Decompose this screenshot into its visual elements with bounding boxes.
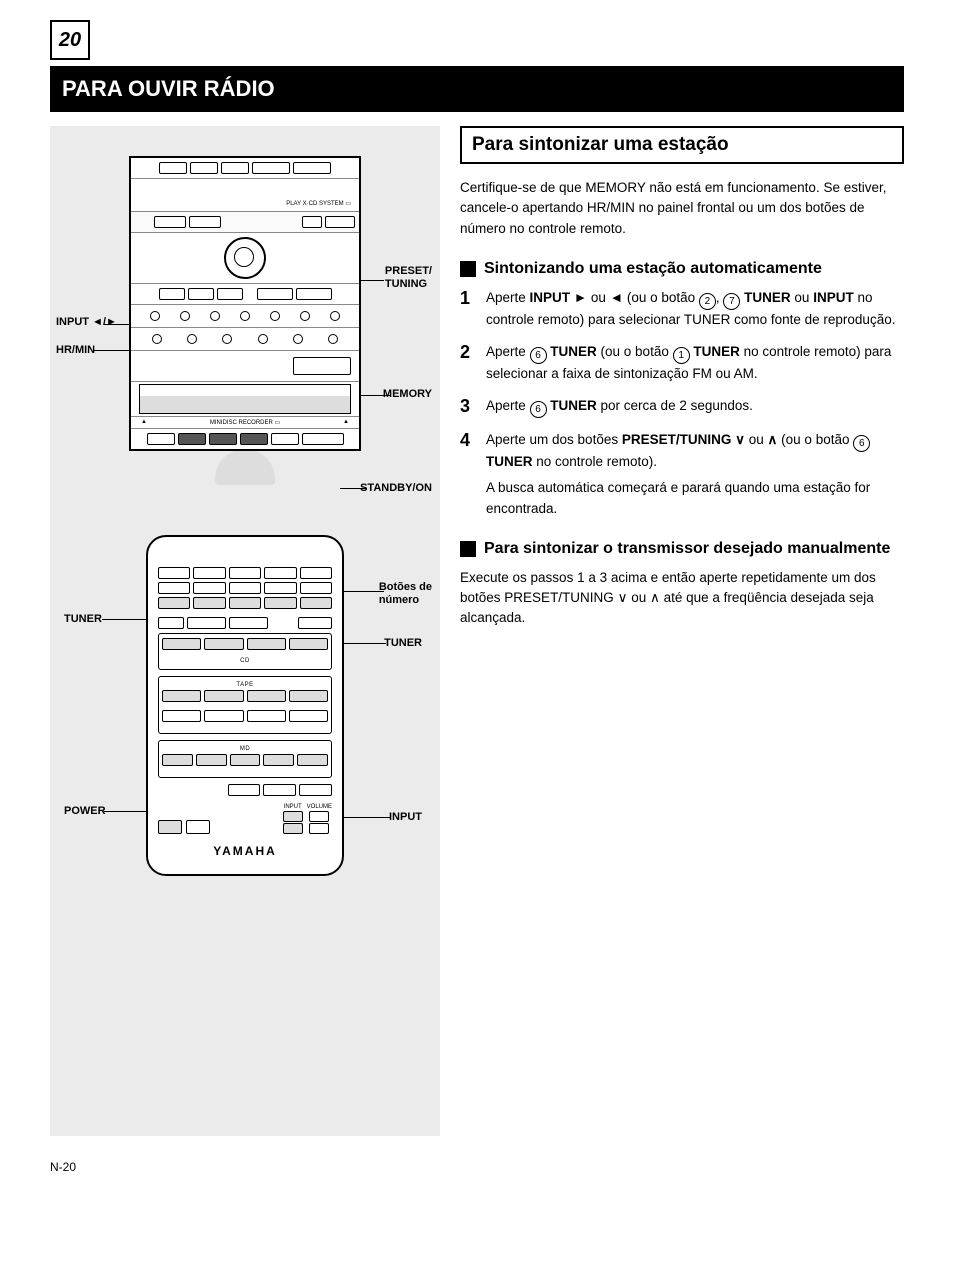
circle-6-icon: 6 bbox=[530, 347, 547, 364]
square-bullet-icon bbox=[460, 261, 476, 277]
circle-1-icon: 1 bbox=[673, 347, 690, 364]
callout-remote-numbers: Botões de número bbox=[379, 581, 432, 607]
section-heading: Para sintonizar uma estação bbox=[460, 126, 904, 164]
intro-paragraph: Certifique-se de que MEMORY não está em … bbox=[460, 178, 904, 239]
page-number-badge: 20 bbox=[50, 20, 90, 60]
callout-remote-tuner-top: TUNER bbox=[64, 613, 102, 626]
remote-illustration: CD TAPE MD bbox=[146, 535, 344, 876]
step-4: 4 Aperte um dos botões PRESET/TUNING ∨ o… bbox=[460, 430, 904, 519]
page-title: PARA OUVIR RÁDIO bbox=[50, 66, 904, 112]
sub2-body: Execute os passos 1 a 3 acima e então ap… bbox=[460, 568, 904, 629]
step-3: 3 Aperte 6 TUNER por cerca de 2 segundos… bbox=[460, 396, 904, 418]
callout-remote-tuner-side: TUNER bbox=[384, 637, 422, 650]
arrow-right-icon: ► bbox=[574, 290, 587, 305]
step-number: 4 bbox=[460, 430, 478, 519]
chevron-up-icon: ∧ bbox=[650, 590, 660, 605]
callout-memory: MEMORY bbox=[383, 388, 432, 401]
chevron-up-icon: ∧ bbox=[768, 432, 778, 447]
step-number: 3 bbox=[460, 396, 478, 418]
sub2-heading: Para sintonizar o transmissor desejado m… bbox=[460, 539, 904, 560]
main-unit-diagram: INPUT ◄/► PRESET/ TUNING MEMORY HR/MIN S… bbox=[50, 126, 440, 485]
chevron-down-icon: ∨ bbox=[735, 432, 745, 447]
callout-hrmin: HR/MIN bbox=[56, 344, 95, 357]
sub1-heading: Sintonizando uma estação automaticamente bbox=[460, 259, 904, 280]
circle-7-icon: 7 bbox=[723, 293, 740, 310]
circle-2-icon: 2 bbox=[699, 293, 716, 310]
main-unit-illustration: PLAY X·CD SYSTEM ▭ bbox=[129, 156, 361, 451]
step-2: 2 Aperte 6 TUNER (ou o botão 1 TUNER no … bbox=[460, 342, 904, 384]
step-4-continuation: A busca automática começará e parará qua… bbox=[486, 478, 904, 519]
square-bullet-icon bbox=[460, 541, 476, 557]
callout-standby: STANDBY/ON bbox=[360, 482, 432, 495]
step-number: 2 bbox=[460, 342, 478, 384]
step-number: 1 bbox=[460, 288, 478, 330]
callout-input-lr: INPUT ◄/► bbox=[56, 316, 117, 329]
callout-remote-power: POWER bbox=[64, 805, 106, 818]
chevron-down-icon: ∨ bbox=[618, 590, 628, 605]
page-footer-number: N-20 bbox=[50, 1160, 904, 1174]
circle-6-icon: 6 bbox=[530, 401, 547, 418]
callout-remote-input: INPUT bbox=[389, 811, 422, 824]
callout-preset-tuning: PRESET/ TUNING bbox=[385, 265, 432, 291]
arrow-left-icon: ◄ bbox=[610, 290, 623, 305]
remote-brand-label: YAMAHA bbox=[158, 844, 332, 858]
diagram-panel: INPUT ◄/► PRESET/ TUNING MEMORY HR/MIN S… bbox=[50, 126, 440, 1136]
circle-6-icon: 6 bbox=[853, 435, 870, 452]
step-1: 1 Aperte INPUT ► ou ◄ (ou o botão 2, 7 T… bbox=[460, 288, 904, 330]
remote-diagram: Botões de número TUNER TUNER POWER INPUT bbox=[50, 535, 440, 876]
